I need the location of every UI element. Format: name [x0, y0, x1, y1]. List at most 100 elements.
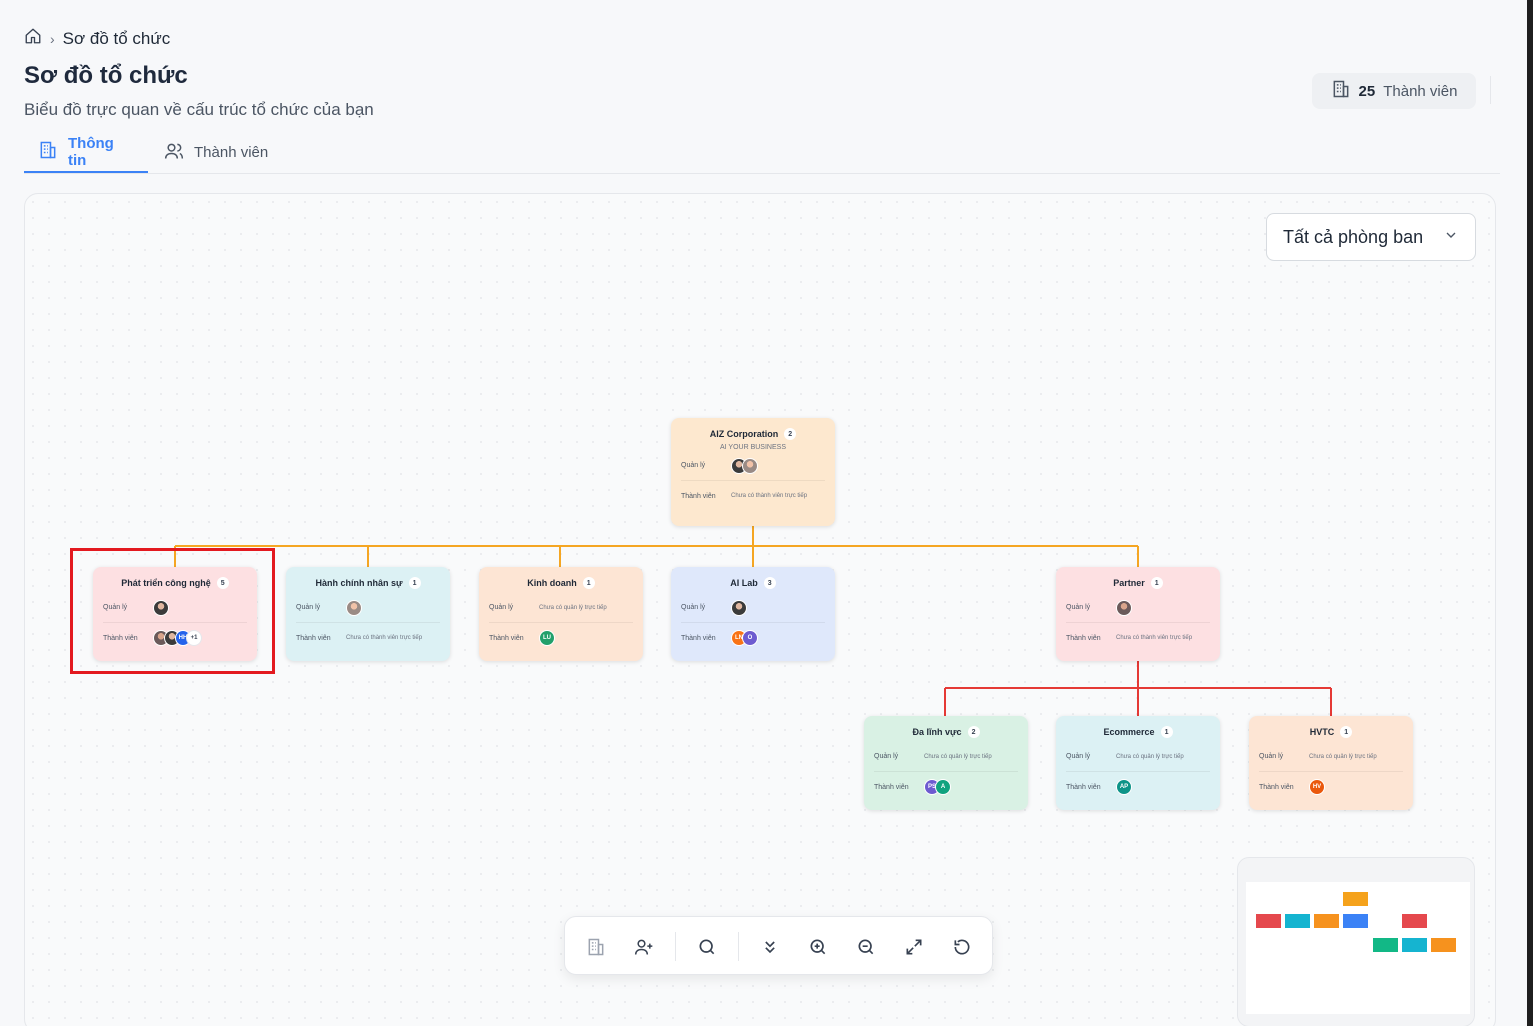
node-name: Partner: [1113, 578, 1145, 588]
users-icon: [164, 141, 184, 165]
node-count-badge: 1: [408, 577, 421, 589]
members-label: Thành viên: [489, 634, 524, 642]
members-label: Thành viên: [1259, 783, 1294, 791]
tab-info-label: Thông tin: [68, 134, 114, 169]
manager-label: Quản lý: [1259, 753, 1284, 760]
building-icon: [1331, 79, 1351, 103]
no-manager-note: Chưa có quản lý trực tiếp: [924, 753, 992, 760]
node-count-badge: 1: [1150, 577, 1163, 589]
minimap-node: [1343, 892, 1368, 906]
avatar[interactable]: HV: [1309, 779, 1325, 795]
avatar[interactable]: A: [935, 779, 951, 795]
avatar[interactable]: LU: [539, 630, 555, 646]
chart-toolbar: [564, 916, 993, 975]
node-name: AI Lab: [730, 578, 758, 588]
department-select-value: Tất cả phòng ban: [1283, 226, 1424, 247]
org-node-multi[interactable]: Đa lĩnh vực 2 Quản lý Chưa có quản lý trực…: [864, 716, 1028, 810]
no-manager-note: Chưa có quản lý trực tiếp: [1309, 753, 1377, 760]
manager-label: Quản lý: [681, 604, 706, 611]
no-members-note: Chưa có thành viên trực tiếp: [731, 493, 808, 499]
toolbar-divider: [738, 932, 739, 961]
no-members-note: Chưa có thành viên trực tiếp: [346, 635, 423, 641]
tab-members[interactable]: Thành viên: [150, 132, 282, 173]
avatar[interactable]: AP: [1116, 779, 1132, 795]
node-name: Đa lĩnh vực: [912, 727, 962, 737]
breadcrumb: › Sơ đồ tổ chức: [24, 27, 170, 50]
page-title: Sơ đồ tổ chức: [24, 62, 188, 89]
tab-info[interactable]: Thông tin: [24, 132, 148, 173]
avatar[interactable]: [346, 599, 362, 616]
avatar[interactable]: [742, 457, 758, 474]
page-subtitle: Biểu đồ trực quan về cấu trúc tổ chức củ…: [24, 100, 374, 119]
minimap-node: [1285, 914, 1310, 928]
avatar[interactable]: [1116, 599, 1132, 616]
node-count-badge: 1: [1340, 726, 1353, 738]
toolbar-divider: [675, 932, 676, 961]
node-count-badge: 1: [1160, 726, 1173, 738]
members-label: Thành viên: [1066, 783, 1101, 791]
breadcrumb-current: Sơ đồ tổ chức: [62, 28, 171, 48]
manager-label: Quản lý: [1066, 604, 1091, 611]
manager-label: Quản lý: [1066, 753, 1091, 760]
minimap-node: [1402, 938, 1427, 952]
org-node-root[interactable]: AIZ Corporation 2 AI YOUR BUSINESS Quản l…: [671, 418, 835, 526]
window-edge: [1527, 0, 1533, 1026]
org-node-partner[interactable]: Partner 1 Quản lý Thành viên Chưa có thành…: [1056, 567, 1220, 661]
minimap-node: [1343, 914, 1368, 928]
tab-members-label: Thành viên: [194, 144, 269, 161]
minimap-viewport: [1246, 882, 1470, 1014]
node-tagline: AI YOUR BUSINESS: [719, 444, 786, 451]
manager-label: Quản lý: [296, 604, 321, 611]
members-label: Thành viên: [681, 492, 716, 500]
org-node-sales[interactable]: Kinh doanh 1 Quản lý Chưa có quản lý trực …: [479, 567, 643, 661]
member-count-label: Thành viên: [1383, 82, 1458, 100]
minimap-node: [1314, 914, 1339, 928]
manager-label: Quản lý: [681, 462, 706, 469]
node-name: AIZ Corporation: [709, 429, 779, 439]
home-icon[interactable]: [24, 27, 42, 50]
minimap-node: [1373, 938, 1398, 952]
members-label: Thành viên: [874, 783, 909, 791]
members-label: Thành viên: [681, 634, 716, 642]
building-icon: [38, 140, 58, 164]
add-user-icon[interactable]: [632, 935, 656, 959]
node-count-badge: 2: [967, 726, 980, 738]
members-label: Thành viên: [1066, 634, 1101, 642]
node-name: Hành chính nhân sự: [315, 578, 403, 588]
fullscreen-icon[interactable]: [902, 935, 926, 959]
department-select[interactable]: Tất cả phòng ban: [1266, 213, 1476, 261]
reset-icon[interactable]: [950, 935, 974, 959]
node-name: Kinh doanh: [527, 578, 577, 588]
search-icon[interactable]: [695, 935, 719, 959]
building-icon[interactable]: [584, 935, 608, 959]
minimap-node: [1402, 914, 1427, 928]
node-name: Ecommerce: [1103, 727, 1155, 737]
node-name: HVTC: [1309, 727, 1335, 737]
org-node-ailab[interactable]: AI Lab 3 Quản lý Thành viên LN O: [671, 567, 835, 661]
node-count-badge: 1: [582, 577, 595, 589]
collapse-icon[interactable]: [758, 935, 782, 959]
node-count-badge: 3: [763, 577, 776, 589]
zoom-in-icon[interactable]: [806, 935, 830, 959]
avatar[interactable]: [731, 599, 747, 616]
minimap-node: [1431, 938, 1456, 952]
minimap-node: [1256, 914, 1281, 928]
org-node-hvtc[interactable]: HVTC 1 Quản lý Chưa có quản lý trực tiếp T…: [1249, 716, 1413, 810]
selection-highlight: [70, 548, 275, 674]
org-node-ecommerce[interactable]: Ecommerce 1 Quản lý Chưa có quản lý trực t…: [1056, 716, 1220, 810]
chevron-down-icon: [1443, 227, 1459, 248]
tab-bar: Thông tin Thành viên: [24, 132, 1500, 174]
no-manager-note: Chưa có quản lý trực tiếp: [539, 604, 607, 611]
member-count-badge: 25 Thành viên: [1312, 73, 1476, 109]
member-count-value: 25: [1358, 82, 1376, 100]
header-divider: [1490, 76, 1491, 104]
no-members-note: Chưa có thành viên trực tiếp: [1116, 635, 1193, 641]
zoom-out-icon[interactable]: [854, 935, 878, 959]
no-manager-note: Chưa có quản lý trực tiếp: [1116, 753, 1184, 760]
org-node-hr[interactable]: Hành chính nhân sự 1 Quản lý Thành viên Ch…: [286, 567, 450, 661]
members-label: Thành viên: [296, 634, 331, 642]
manager-label: Quản lý: [489, 604, 514, 611]
avatar[interactable]: O: [742, 630, 758, 646]
node-count-badge: 2: [784, 428, 797, 440]
minimap[interactable]: [1237, 857, 1475, 1026]
